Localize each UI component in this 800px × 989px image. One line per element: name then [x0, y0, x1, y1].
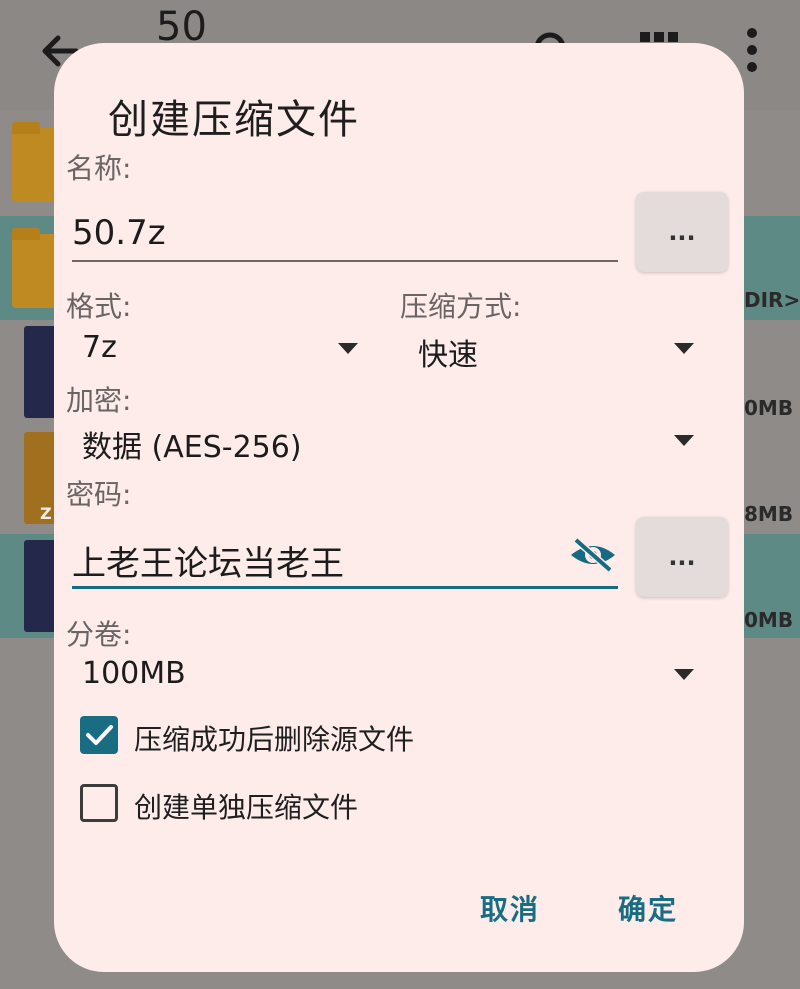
cancel-button[interactable]: 取消 — [480, 888, 540, 928]
archive-file-letter: Z — [40, 504, 52, 523]
row-size: 8MB — [744, 502, 794, 526]
name-input-underline — [72, 260, 618, 262]
row-size: 0MB — [744, 396, 794, 420]
row-size: DIR> — [744, 288, 800, 312]
method-select[interactable]: 快速 — [418, 330, 478, 374]
encryption-label: 加密: — [66, 384, 132, 417]
dropdown-arrow-icon[interactable] — [674, 343, 694, 354]
format-select[interactable]: 7z — [82, 330, 117, 365]
separate-archives-label[interactable]: 创建单独压缩文件 — [134, 786, 358, 826]
visibility-off-icon[interactable] — [568, 537, 618, 573]
name-label: 名称: — [66, 152, 132, 185]
encryption-select[interactable]: 数据 (AES-256) — [82, 422, 302, 466]
dialog-title: 创建压缩文件 — [108, 97, 360, 143]
row-size: 0MB — [744, 608, 794, 632]
name-browse-button[interactable]: ... — [636, 192, 728, 272]
format-label: 格式: — [66, 290, 132, 323]
create-archive-dialog: 创建压缩文件 名称: 50.7z ... 格式: 压缩方式: 7z 快速 加密:… — [54, 43, 744, 972]
password-input-underline — [72, 586, 618, 589]
method-label: 压缩方式: — [400, 290, 522, 323]
delete-source-label[interactable]: 压缩成功后删除源文件 — [134, 718, 414, 758]
more-vert-icon[interactable] — [744, 28, 760, 72]
password-options-button[interactable]: ... — [636, 517, 728, 597]
separate-archives-checkbox[interactable] — [80, 784, 118, 822]
dropdown-arrow-icon[interactable] — [674, 669, 694, 680]
checkmark-icon — [86, 725, 113, 745]
name-input[interactable]: 50.7z — [72, 213, 166, 253]
grid-view-icon[interactable] — [640, 30, 680, 44]
password-input[interactable]: 上老王论坛当老王 — [72, 536, 344, 585]
password-label: 密码: — [66, 478, 132, 511]
delete-source-checkbox[interactable] — [80, 716, 118, 754]
volume-select[interactable]: 100MB — [82, 656, 186, 691]
dropdown-arrow-icon[interactable] — [338, 343, 358, 354]
dropdown-arrow-icon[interactable] — [674, 435, 694, 446]
volume-label: 分卷: — [66, 618, 132, 651]
ok-button[interactable]: 确定 — [618, 888, 678, 928]
